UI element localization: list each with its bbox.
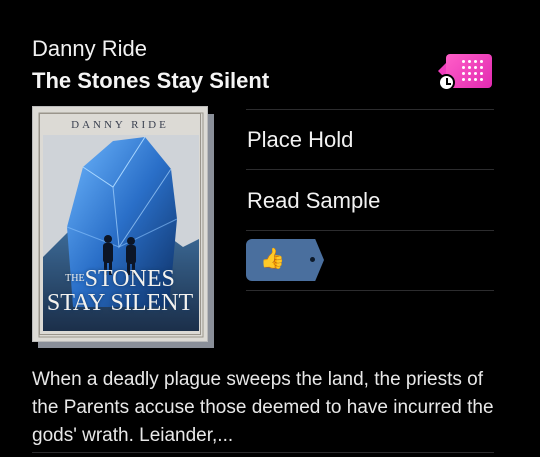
cover-author-text: DANNY RIDE <box>71 119 169 131</box>
clock-icon <box>438 74 455 91</box>
place-hold-button[interactable]: Place Hold <box>247 127 353 153</box>
divider <box>246 169 494 170</box>
rating-button[interactable]: 👍 <box>246 239 324 281</box>
book-cover[interactable]: DANNY RIDE THESTONES STAY SILENT <box>32 106 208 342</box>
book-title: The Stones Stay Silent <box>32 68 270 93</box>
divider <box>32 452 494 453</box>
divider <box>246 290 494 291</box>
book-description[interactable]: When a deadly plague sweeps the land, th… <box>32 366 502 450</box>
author-name[interactable]: Danny Ride <box>32 36 147 62</box>
divider <box>246 109 494 110</box>
thumbs-up-icon: 👍 <box>260 248 285 270</box>
ebook-waitlist-icon <box>438 54 494 94</box>
cover-title-text: THESTONES STAY SILENT <box>46 266 194 316</box>
read-sample-button[interactable]: Read Sample <box>247 188 380 214</box>
divider <box>246 230 494 231</box>
